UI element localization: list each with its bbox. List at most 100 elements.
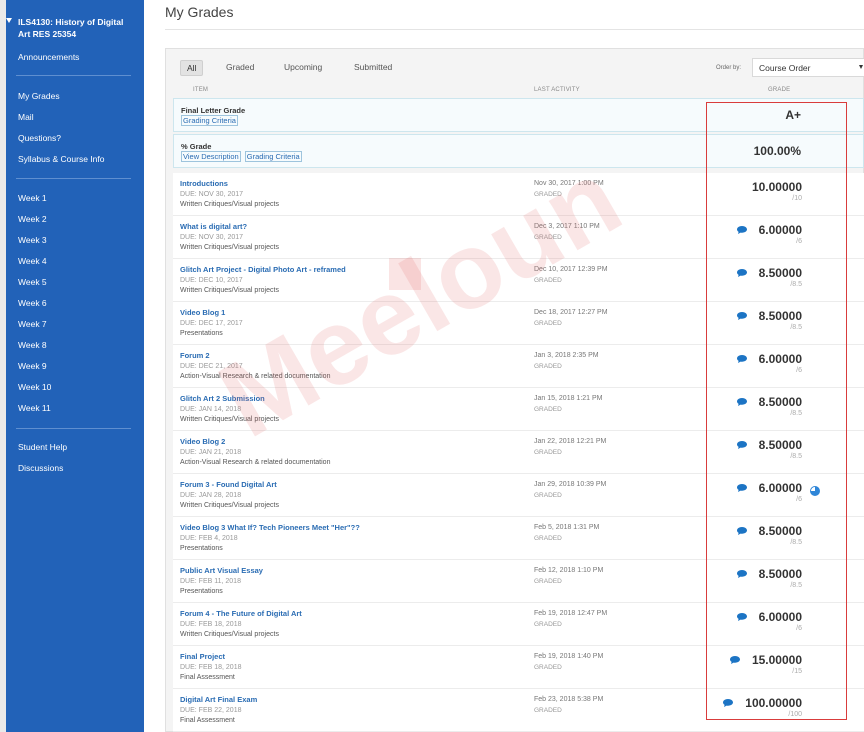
table-row: Video Blog 1 DUE: DEC 17, 2017 Presentatio… <box>173 302 864 345</box>
table-row: Glitch Art Project - Digital Photo Art -… <box>173 259 864 302</box>
table-row: Forum 3 - Found Digital Art DUE: JAN 28, … <box>173 474 864 517</box>
sidebar-item-week-4[interactable]: Week 4 <box>18 256 47 266</box>
sidebar-item-week-6[interactable]: Week 6 <box>18 298 47 308</box>
grade-points-possible: /8.5 <box>790 453 802 460</box>
status-badge: GRADED <box>534 707 562 714</box>
grade-value: 15.00000 <box>751 653 802 667</box>
last-activity-date: Nov 30, 2017 1:00 PM <box>534 180 604 187</box>
filter-tab-upcoming[interactable]: Upcoming <box>278 60 328 74</box>
comment-icon[interactable] <box>737 398 747 406</box>
sidebar-item-questions[interactable]: Questions? <box>18 133 61 143</box>
due-date: DUE: JAN 21, 2018 <box>180 449 242 456</box>
item-title-link[interactable]: Introductions <box>180 179 228 188</box>
due-date: DUE: DEC 10, 2017 <box>180 277 243 284</box>
sidebar-item-week-5[interactable]: Week 5 <box>18 277 47 287</box>
grade-value: 8.50000 <box>758 309 802 323</box>
comment-icon[interactable] <box>737 269 747 277</box>
item-title-link[interactable]: Forum 2 <box>180 351 210 360</box>
table-row: Forum 2 DUE: DEC 21, 2017 Action-Visual Re… <box>173 345 864 388</box>
table-row: Introductions DUE: NOV 30, 2017 Written Cr… <box>173 173 864 216</box>
item-title-link[interactable]: Video Blog 1 <box>180 308 225 317</box>
grade-category: Presentations <box>180 588 223 595</box>
comment-icon[interactable] <box>737 441 747 449</box>
sidebar-item-week-2[interactable]: Week 2 <box>18 214 47 224</box>
grade-value: 10.00000 <box>751 180 802 194</box>
grade-points-possible: /8.5 <box>790 281 802 288</box>
comment-icon[interactable] <box>737 355 747 363</box>
grades-page: ILS4130: History of Digital Art RES 2535… <box>0 0 864 732</box>
comment-icon[interactable] <box>737 484 747 492</box>
due-date: DUE: FEB 4, 2018 <box>180 535 238 542</box>
sidebar-item-announcements[interactable]: Announcements <box>18 52 79 62</box>
sidebar-item-mail[interactable]: Mail <box>18 112 34 122</box>
grade-category: Written Critiques/Visual projects <box>180 631 279 638</box>
grade-value: 100.00000 <box>745 696 802 710</box>
table-row: What is digital art? DUE: NOV 30, 2017 Wri… <box>173 216 864 259</box>
status-badge: GRADED <box>534 363 562 370</box>
grading-criteria-link[interactable]: Grading Criteria <box>181 115 238 126</box>
last-activity-date: Feb 5, 2018 1:31 PM <box>534 524 600 531</box>
item-title-link[interactable]: Video Blog 2 <box>180 437 225 446</box>
sidebar-item-week-11[interactable]: Week 11 <box>18 403 51 413</box>
item-title-link[interactable]: Forum 4 - The Future of Digital Art <box>180 609 302 618</box>
sidebar-divider <box>16 75 131 76</box>
sidebar-item-week-9[interactable]: Week 9 <box>18 361 47 371</box>
sidebar-item-discussions[interactable]: Discussions <box>18 463 63 473</box>
grade-points-possible: /15 <box>792 668 802 675</box>
comment-icon[interactable] <box>737 570 747 578</box>
sidebar-item-student-help[interactable]: Student Help <box>18 442 67 452</box>
grade-category: Final Assessment <box>180 717 235 724</box>
comment-icon[interactable] <box>737 527 747 535</box>
summary-row-links: Grading Criteria <box>181 115 242 126</box>
status-badge: GRADED <box>534 191 562 198</box>
status-badge: GRADED <box>534 406 562 413</box>
comment-icon[interactable] <box>723 699 733 707</box>
sidebar-divider <box>16 178 131 179</box>
grade-value: 8.50000 <box>758 567 802 581</box>
item-title-link[interactable]: What is digital art? <box>180 222 247 231</box>
comment-icon[interactable] <box>737 226 747 234</box>
item-title-link[interactable]: Forum 3 - Found Digital Art <box>180 480 277 489</box>
comment-icon[interactable] <box>730 656 740 664</box>
sidebar-item-syllabus-course-info[interactable]: Syllabus & Course Info <box>18 154 104 164</box>
last-activity-date: Jan 3, 2018 2:35 PM <box>534 352 599 359</box>
filter-tab-all[interactable]: All <box>180 60 204 76</box>
progress-pie-icon[interactable] <box>810 483 820 496</box>
column-header-item[interactable]: ITEM <box>193 87 208 93</box>
item-title-link[interactable]: Final Project <box>180 652 225 661</box>
grade-points-possible: /8.5 <box>790 582 802 589</box>
column-header-grade[interactable]: GRADE <box>768 87 790 93</box>
grade-category: Written Critiques/Visual projects <box>180 201 279 208</box>
grade-category: Written Critiques/Visual projects <box>180 416 279 423</box>
sidebar-item-week-3[interactable]: Week 3 <box>18 235 47 245</box>
grade-points-possible: /6 <box>796 496 802 503</box>
item-title-link[interactable]: Public Art Visual Essay <box>180 566 263 575</box>
status-badge: GRADED <box>534 320 562 327</box>
filter-tab-graded[interactable]: Graded <box>220 60 260 74</box>
sidebar-item-week-1[interactable]: Week 1 <box>18 193 47 203</box>
comment-icon[interactable] <box>737 312 747 320</box>
sidebar-item-week-8[interactable]: Week 8 <box>18 340 47 350</box>
item-title-link[interactable]: Glitch Art 2 Submission <box>180 394 265 403</box>
grade-value: 8.50000 <box>758 438 802 452</box>
comment-icon[interactable] <box>737 613 747 621</box>
sidebar-item-my-grades[interactable]: My Grades <box>18 91 60 101</box>
column-header-last-activity[interactable]: LAST ACTIVITY <box>534 87 580 93</box>
table-row: Video Blog 2 DUE: JAN 21, 2018 Action-Visu… <box>173 431 864 474</box>
grading-criteria-link[interactable]: Grading Criteria <box>244 151 302 162</box>
table-row: Final Project DUE: FEB 18, 2018 Final Asse… <box>173 646 864 689</box>
course-collapse-icon[interactable] <box>6 18 12 23</box>
due-date: DUE: JAN 14, 2018 <box>180 406 242 413</box>
order-by-value: Course Order <box>759 63 811 73</box>
item-title-link[interactable]: Video Blog 3 What If? Tech Pioneers Meet… <box>180 523 360 532</box>
filter-tab-submitted[interactable]: Submitted <box>348 60 398 74</box>
course-title[interactable]: ILS4130: History of Digital Art RES 2535… <box>18 16 136 40</box>
item-title-link[interactable]: Digital Art Final Exam <box>180 695 257 704</box>
sidebar-item-week-10[interactable]: Week 10 <box>18 382 51 392</box>
sidebar-item-week-7[interactable]: Week 7 <box>18 319 47 329</box>
item-title-link[interactable]: Glitch Art Project - Digital Photo Art -… <box>180 265 346 274</box>
order-by-select[interactable]: Course Order <box>752 58 864 77</box>
last-activity-date: Jan 22, 2018 12:21 PM <box>534 438 607 445</box>
view-description-link[interactable]: View Description <box>181 151 241 162</box>
due-date: DUE: DEC 17, 2017 <box>180 320 243 327</box>
